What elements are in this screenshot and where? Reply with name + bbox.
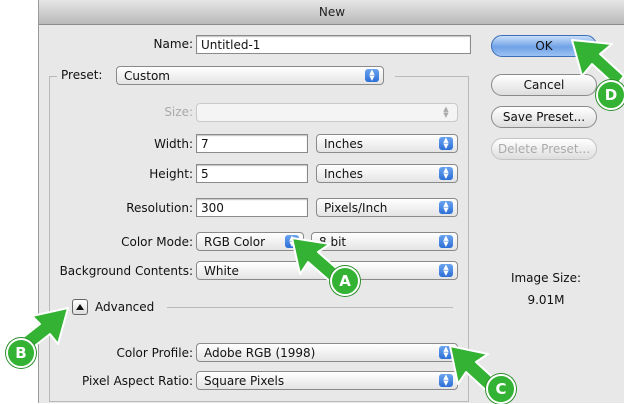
callout-badge-a: A	[330, 266, 360, 296]
callout-badge-d: D	[596, 80, 624, 110]
callout-arrows	[11, 39, 624, 395]
callout-arrow-d	[571, 39, 624, 87]
callout-badge-b: B	[6, 338, 36, 368]
callout-badge-c: C	[486, 374, 516, 404]
